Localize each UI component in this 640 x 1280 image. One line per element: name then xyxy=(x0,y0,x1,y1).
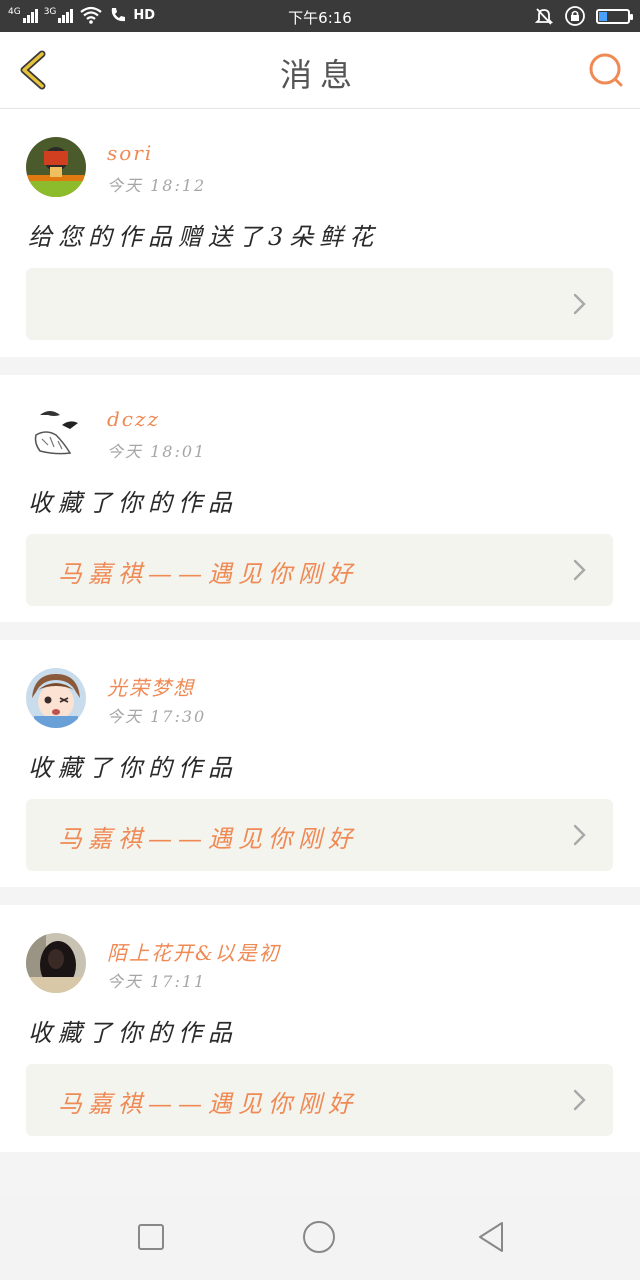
home-icon[interactable] xyxy=(302,1220,336,1254)
status-bar: 4G 3G HD 下午6:16 xyxy=(0,0,640,32)
message-card: 陌上花开&以是初 今天 17:11 收藏了你的作品 马嘉祺——遇见你刚好 xyxy=(0,905,640,1152)
username[interactable]: 陌上花开&以是初 xyxy=(107,937,281,966)
avatar-image xyxy=(26,668,86,728)
status-right xyxy=(534,5,633,27)
chevron-right-icon xyxy=(573,559,586,581)
chevron-right-icon xyxy=(573,1089,586,1111)
rotation-lock-icon xyxy=(565,6,585,26)
message-text: 收藏了你的作品 xyxy=(28,1019,238,1047)
message-text: 给您的作品赠送了3朵鲜花 xyxy=(28,223,380,251)
avatar[interactable] xyxy=(26,137,86,197)
page-title: 消息 xyxy=(279,56,360,94)
timestamp: 今天 17:11 xyxy=(107,972,207,991)
battery-icon xyxy=(596,8,633,24)
battery-fill xyxy=(599,11,607,21)
message-list: sori 今天 18:12 给您的作品赠送了3朵鲜花 dczz 今天 18:01… xyxy=(0,109,640,1170)
message-card: dczz 今天 18:01 收藏了你的作品 马嘉祺——遇见你刚好 xyxy=(0,375,640,622)
message-card: sori 今天 18:12 给您的作品赠送了3朵鲜花 xyxy=(0,109,640,357)
avatar[interactable] xyxy=(26,403,86,463)
nav-back-icon[interactable] xyxy=(474,1220,508,1254)
message-text: 收藏了你的作品 xyxy=(28,754,238,782)
work-title: 马嘉祺——遇见你刚好 xyxy=(58,560,358,588)
work-link[interactable] xyxy=(26,268,613,340)
work-title: 马嘉祺——遇见你刚好 xyxy=(58,1090,358,1118)
recent-apps-icon[interactable] xyxy=(134,1220,168,1254)
avatar[interactable] xyxy=(26,933,86,993)
chevron-right-icon xyxy=(573,824,586,846)
app-header: 消息 xyxy=(0,32,640,109)
chevron-right-icon xyxy=(573,293,586,315)
timestamp: 今天 18:01 xyxy=(107,442,207,461)
username[interactable]: sori xyxy=(107,141,153,165)
timestamp: 今天 18:12 xyxy=(107,176,207,195)
avatar[interactable] xyxy=(26,668,86,728)
username[interactable]: dczz xyxy=(107,407,160,431)
mute-bell-icon xyxy=(534,8,554,25)
search-icon[interactable] xyxy=(586,50,626,90)
work-link[interactable]: 马嘉祺——遇见你刚好 xyxy=(26,799,613,871)
timestamp: 今天 17:30 xyxy=(107,707,207,726)
avatar-image xyxy=(26,403,86,463)
work-link[interactable]: 马嘉祺——遇见你刚好 xyxy=(26,534,613,606)
message-card: 光荣梦想 今天 17:30 收藏了你的作品 马嘉祺——遇见你刚好 xyxy=(0,640,640,887)
avatar-image xyxy=(26,933,86,993)
message-text: 收藏了你的作品 xyxy=(28,489,238,517)
work-title: 马嘉祺——遇见你刚好 xyxy=(58,825,358,853)
work-link[interactable]: 马嘉祺——遇见你刚好 xyxy=(26,1064,613,1136)
system-nav-bar xyxy=(0,1194,640,1280)
avatar-image xyxy=(26,137,86,197)
username[interactable]: 光荣梦想 xyxy=(107,672,195,701)
